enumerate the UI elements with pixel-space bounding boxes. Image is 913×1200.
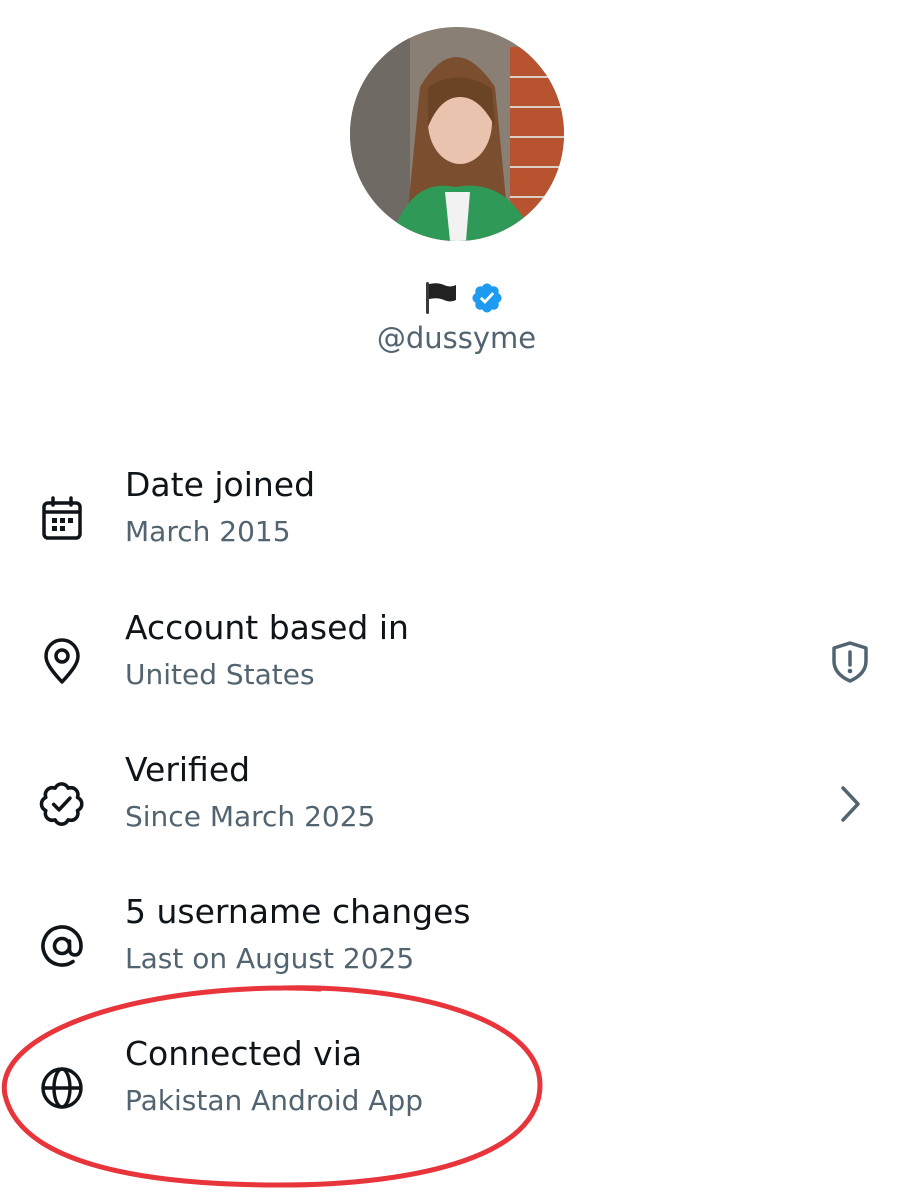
- row-subtitle: United States: [125, 658, 315, 691]
- row-subtitle: March 2015: [125, 515, 291, 548]
- location-pin-icon: [37, 637, 87, 687]
- verified-badge-icon[interactable]: [470, 281, 504, 315]
- verified-seal-icon: [37, 779, 87, 829]
- info-row-account-based-in: Account based in United States: [0, 605, 913, 715]
- row-subtitle: Last on August 2025: [125, 942, 415, 975]
- row-subtitle: Since March 2025: [125, 800, 376, 833]
- globe-icon: [37, 1063, 87, 1113]
- info-row-connected-via: Connected via Pakistan Android App: [0, 1031, 913, 1141]
- info-row-verified[interactable]: Verified Since March 2025: [0, 747, 913, 857]
- at-sign-icon: [37, 921, 87, 971]
- row-title: Account based in: [125, 608, 409, 647]
- row-title: Date joined: [125, 465, 316, 504]
- name-row: [0, 278, 913, 318]
- row-subtitle: Pakistan Android App: [125, 1084, 424, 1117]
- shield-alert-icon[interactable]: [825, 637, 875, 687]
- calendar-icon: [37, 494, 87, 544]
- row-title: Verified: [125, 750, 251, 789]
- row-title: Connected via: [125, 1034, 363, 1073]
- username-handle: @dussyme: [376, 321, 537, 355]
- info-row-username-changes: 5 username changes Last on August 2025: [0, 889, 913, 999]
- row-title: 5 username changes: [125, 892, 471, 931]
- profile-photo: [350, 27, 564, 241]
- avatar[interactable]: [350, 27, 564, 241]
- chevron-right-icon[interactable]: [825, 779, 875, 829]
- black-flag-icon: [420, 280, 460, 316]
- info-row-date-joined: Date joined March 2015: [0, 462, 913, 572]
